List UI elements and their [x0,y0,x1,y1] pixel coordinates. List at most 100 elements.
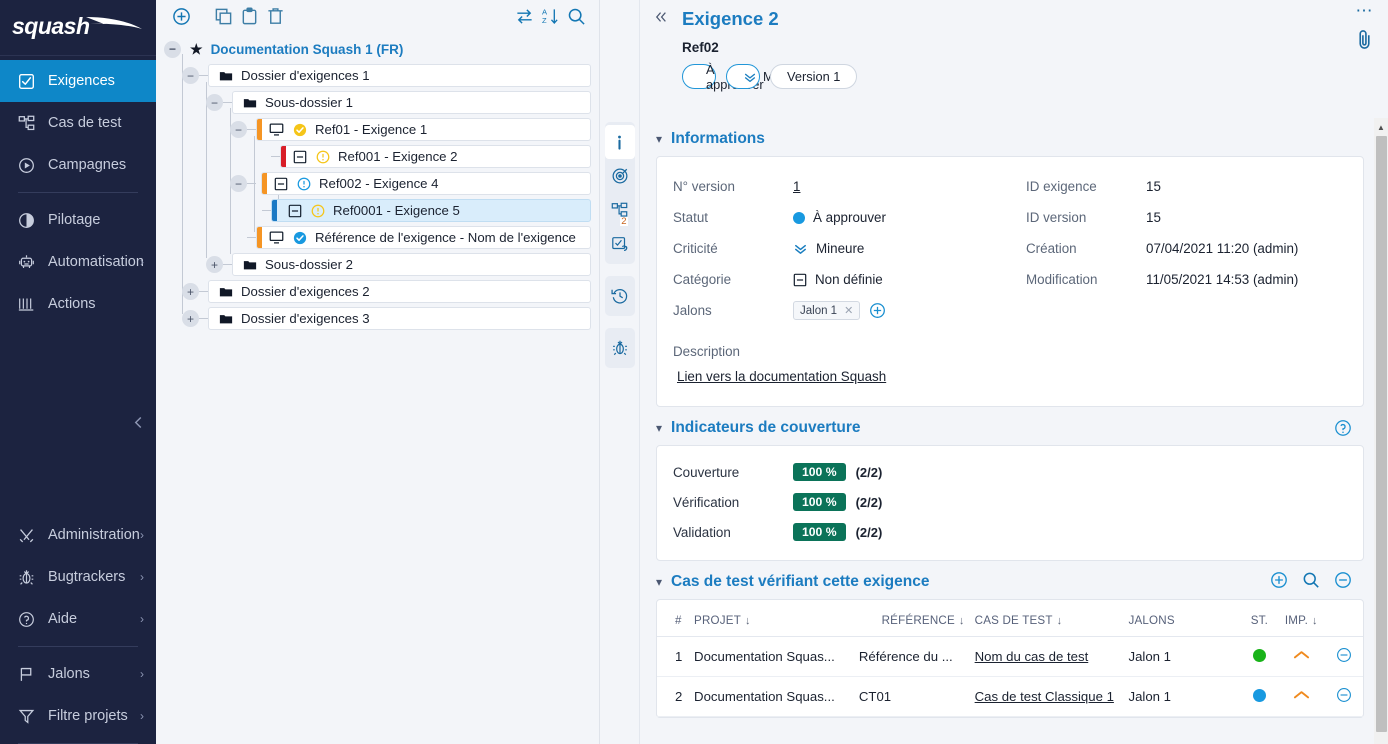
tree-row-dossier-exigences-1[interactable]: Dossier d'exigences 1 [208,64,591,87]
cell-remove-action[interactable] [1324,677,1363,717]
tree-node-twisty[interactable]: − [230,121,247,138]
tree-node: − Dossier d'exigences 1 [164,62,591,89]
app-logo[interactable]: squash [0,0,156,56]
testcases-section-header[interactable]: ▾ Cas de test vérifiant cette exigence [640,561,1388,599]
chevron-left-icon [133,416,144,429]
remove-testcase-button[interactable] [1334,571,1352,594]
search-testcase-button[interactable] [1302,571,1320,594]
info-value-categorie: Non définie [815,272,883,287]
sidebar-item-exigences[interactable]: Exigences [0,60,156,102]
description-link[interactable]: Lien vers la documentation Squash [657,359,1363,406]
criticality-badge[interactable]: Mineure [726,64,760,89]
tab-hierarchy[interactable]: 2 [605,193,635,227]
tree-row-sous-dossier-1[interactable]: Sous-dossier 1 [232,91,591,114]
collapse-sidebar-button[interactable] [128,412,148,432]
sidebar-item-jalons[interactable]: Jalons › [0,653,156,695]
vertical-scrollbar[interactable]: ▲ [1374,118,1388,744]
cell-reference: CT01 [859,677,975,717]
tree-row-ref001-exigence-2[interactable]: Ref001 - Exigence 2 [280,145,591,168]
sidebar-item-bugtrackers[interactable]: Bugtrackers › [0,556,156,598]
more-horizontal-icon[interactable]: ⋯ [1356,6,1374,16]
col-reference[interactable]: RÉFÉRENCE↓ [859,600,975,637]
collapse-detail-button[interactable] [654,10,674,28]
clipboard-icon[interactable] [236,3,262,29]
version-badge[interactable]: Version 1 [770,64,857,89]
pie-chart-icon [15,209,37,231]
tree-root-twisty[interactable]: − [164,41,181,58]
tab-bugs[interactable] [605,331,635,365]
tab-linked-test[interactable] [605,227,635,261]
tree-row-reference-exigence[interactable]: Référence de l'exigence - Nom de l'exige… [256,226,591,249]
tree-row-dossier-exigences-3[interactable]: Dossier d'exigences 3 [208,307,591,330]
info-value-version[interactable]: 1 [793,179,800,194]
tab-history[interactable] [605,279,635,313]
jalon-chip[interactable]: Jalon 1 ✕ [793,301,860,320]
add-jalon-button[interactable] [869,302,886,319]
tree-node-twisty[interactable]: − [206,94,223,111]
add-circle-icon[interactable] [168,3,194,29]
sidebar-item-administration[interactable]: Administration › [0,514,156,556]
paperclip-icon[interactable] [1355,28,1374,56]
col-statut[interactable]: ST. [1241,600,1278,637]
tab-target[interactable] [605,159,635,193]
tree-node-twisty[interactable]: + [182,283,199,300]
sort-alpha-icon[interactable]: A Z [537,3,563,29]
play-circle-icon [15,154,37,176]
info-row-jalons: Jalons Jalon 1 ✕ [673,295,1010,326]
tree-row-sous-dossier-2[interactable]: Sous-dossier 2 [232,253,591,276]
col-importance[interactable]: IMP.↓ [1278,600,1324,637]
sidebar-item-cas-de-test[interactable]: Cas de test [0,102,156,144]
sidebar-item-automatisation[interactable]: Automatisation › [0,241,156,283]
col-cas-de-test[interactable]: CAS DE TEST↓ [975,600,1129,637]
coverage-section-header[interactable]: ▾ Indicateurs de couverture [640,407,1388,445]
sidebar-item-label: Administration [48,527,140,543]
tree-node-twisty[interactable]: + [206,256,223,273]
sidebar-item-pilotage[interactable]: Pilotage [0,199,156,241]
coverage-help-button[interactable] [1334,419,1352,437]
tree-row-ref002-exigence-4[interactable]: Ref002 - Exigence 4 [261,172,591,195]
transfer-icon[interactable] [511,3,537,29]
table-row[interactable]: 1 Documentation Squas... Référence du ..… [657,637,1363,677]
sidebar-item-filtre-projets[interactable]: Filtre projets › [0,695,156,737]
sidebar-item-aide[interactable]: Aide › [0,598,156,640]
informations-section-header[interactable]: ▾ Informations [640,118,1388,156]
tree-node-twisty[interactable]: + [182,310,199,327]
col-jalons[interactable]: JALONS [1128,600,1240,637]
informations-card: N° version 1 Statut À approuver Criticit… [656,156,1364,407]
copy-icon[interactable] [210,3,236,29]
info-label: Statut [673,210,793,225]
tree-node-twisty[interactable]: − [182,67,199,84]
scroll-up-arrow-icon[interactable]: ▲ [1374,118,1388,136]
col-num[interactable]: # [657,600,694,637]
cell-num: 1 [657,637,694,677]
info-value-creation: 07/04/2021 11:20 (admin) [1146,241,1298,256]
tree-row-ref0001-exigence-5[interactable]: Ref0001 - Exigence 5 [271,199,591,222]
col-projet[interactable]: PROJET↓ [694,600,859,637]
sidebar-item-label: Exigences [48,73,115,89]
coverage-row-couverture: Couverture 100 % (2/2) [657,460,1363,484]
cell-remove-action[interactable] [1324,637,1363,677]
cell-cas-de-test-link[interactable]: Nom du cas de test [975,649,1089,664]
table-row[interactable]: 2 Documentation Squas... CT01 Cas de tes… [657,677,1363,717]
sidebar-item-campagnes[interactable]: Campagnes [0,144,156,186]
chevron-up-icon [1293,689,1310,701]
status-badge[interactable]: À approuver [682,64,716,89]
trash-icon[interactable] [262,3,288,29]
tree-row-dossier-exigences-2[interactable]: Dossier d'exigences 2 [208,280,591,303]
tree-node-twisty[interactable]: − [230,175,247,192]
cell-cas-de-test-link[interactable]: Cas de test Classique 1 [975,689,1114,704]
search-icon[interactable] [563,3,589,29]
tree-root-node[interactable]: − ★ Documentation Squash 1 (FR) [164,36,591,62]
cell-importance [1278,677,1324,717]
sidebar-item-label: Campagnes [48,157,126,173]
tree-row-ref01-exigence-1[interactable]: Ref01 - Exigence 1 [256,118,591,141]
tab-informations[interactable] [605,125,635,159]
cell-projet: Documentation Squas... [694,677,859,717]
close-icon[interactable]: ✕ [844,304,853,317]
testcases-section-title: Cas de test vérifiant cette exigence [671,573,929,591]
scrollbar-thumb[interactable] [1376,136,1387,732]
chevron-down-icon: ▾ [656,132,662,146]
add-testcase-button[interactable] [1270,571,1288,594]
sidebar-item-actions[interactable]: Actions [0,283,156,325]
help-circle-icon [1334,419,1352,437]
